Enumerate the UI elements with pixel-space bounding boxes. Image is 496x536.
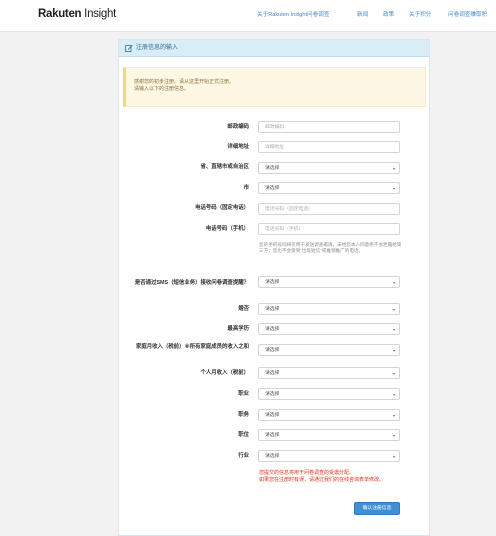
caret-down-icon: [393, 394, 395, 396]
mobile-input[interactable]: [258, 223, 400, 235]
landline-input[interactable]: [258, 203, 400, 215]
mobile-label: 电话号码（手机）: [205, 226, 249, 232]
caret-down-icon: [393, 188, 395, 190]
address-text[interactable]: [259, 142, 399, 152]
education-value: 请选择: [265, 327, 280, 332]
caret-down-icon: [393, 168, 395, 170]
personal-income-select[interactable]: 请选择: [258, 367, 400, 379]
address-input[interactable]: [258, 141, 400, 153]
registration-panel: 注册信息的输入 感谢您的初步注册。请从这里开始正式注册。 请输入以下的注册信息。…: [118, 39, 430, 536]
mobile-text[interactable]: [259, 224, 399, 234]
caret-down-icon: [393, 456, 395, 458]
confirm-registration-button[interactable]: 确认注册信息: [354, 502, 400, 515]
education-select[interactable]: 请选择: [258, 323, 400, 335]
mobile-help-text: 您的手机号码将仅用于发送调查邀请。未经您本人同意绝不会泄露给第三方；您也不会受到…: [259, 242, 402, 254]
nav-news[interactable]: 新闻: [357, 11, 368, 19]
household-income-label: 家庭月收入（税前）※所有家庭成员的收入之和: [135, 344, 249, 350]
phone-label: 电话号码（固定电话）: [195, 205, 249, 211]
marriage-value: 请选择: [265, 307, 280, 312]
landline-text[interactable]: [259, 204, 399, 214]
marriage-select[interactable]: 请选择: [258, 303, 400, 315]
position-select[interactable]: 请选择: [258, 429, 400, 441]
duty-label: 职务: [238, 412, 249, 418]
province-value: 请选择: [265, 166, 280, 171]
caret-down-icon: [393, 350, 395, 352]
position-value: 请选择: [265, 433, 280, 438]
job-value: 请选择: [265, 392, 280, 397]
warning-line-2: 如果您在注册时有误，请通过我们的在线咨询表单修改。: [259, 477, 385, 483]
city-label: 市: [243, 185, 249, 191]
caret-down-icon: [393, 329, 395, 331]
industry-value: 请选择: [265, 454, 280, 459]
household-income-select[interactable]: 请选择: [258, 344, 400, 356]
industry-select[interactable]: 请选择: [258, 450, 400, 462]
position-label: 职位: [238, 432, 249, 438]
caret-down-icon: [393, 435, 395, 437]
city-value: 请选择: [265, 186, 280, 191]
postal-code-input[interactable]: [258, 121, 400, 133]
job-select[interactable]: 请选择: [258, 388, 400, 400]
rakuten-insight-logo[interactable]: Rakuten Insight: [38, 8, 116, 21]
address-label: 详细地址: [227, 144, 249, 150]
personal-income-label: 个人月收入（税前）: [200, 370, 249, 376]
nav-points[interactable]: 关于积分: [409, 11, 431, 19]
personal-income-value: 请选择: [265, 371, 280, 376]
sms-select[interactable]: 请选择: [258, 276, 400, 288]
top-header: Rakuten Insight 关于Rakuten Insight问卷调查 新闻…: [0, 0, 496, 32]
city-select[interactable]: 请选择: [258, 182, 400, 194]
education-label: 最高学历: [227, 326, 249, 332]
postal-label: 邮政编码: [227, 124, 249, 130]
duty-select[interactable]: 请选择: [258, 409, 400, 421]
form-labels: 邮政编码 详细地址 省、直辖市或自治区 市 电话号码（固定电话） 电话号码（手机…: [119, 40, 249, 520]
nav-policy[interactable]: 政策: [383, 11, 394, 19]
caret-down-icon: [393, 373, 395, 375]
province-select[interactable]: 请选择: [258, 162, 400, 174]
duty-value: 请选择: [265, 413, 280, 418]
job-label: 职业: [238, 391, 249, 397]
postal-code-text[interactable]: [259, 122, 399, 132]
warning-line-1: 您提交的信息将用于问卷调查的受邀分配。: [259, 470, 355, 476]
caret-down-icon: [393, 309, 395, 311]
caret-down-icon: [393, 415, 395, 417]
caret-down-icon: [393, 282, 395, 284]
marriage-label: 婚否: [238, 306, 249, 312]
sms-label: 是否通过SMS（短信业务）接收问卷调查提醒？: [134, 280, 249, 286]
sms-value: 请选择: [265, 280, 280, 285]
province-label: 省、直辖市或自治区: [200, 164, 249, 170]
nav-earn[interactable]: 问卷调查赚取积: [448, 11, 487, 19]
nav-about[interactable]: 关于Rakuten Insight问卷调查: [257, 11, 329, 19]
industry-label: 行业: [238, 453, 249, 459]
household-income-value: 请选择: [265, 348, 280, 353]
registration-warning: 您提交的信息将用于问卷调查的受邀分配。 如果您在注册时有误，请通过我们的在线咨询…: [259, 470, 409, 484]
